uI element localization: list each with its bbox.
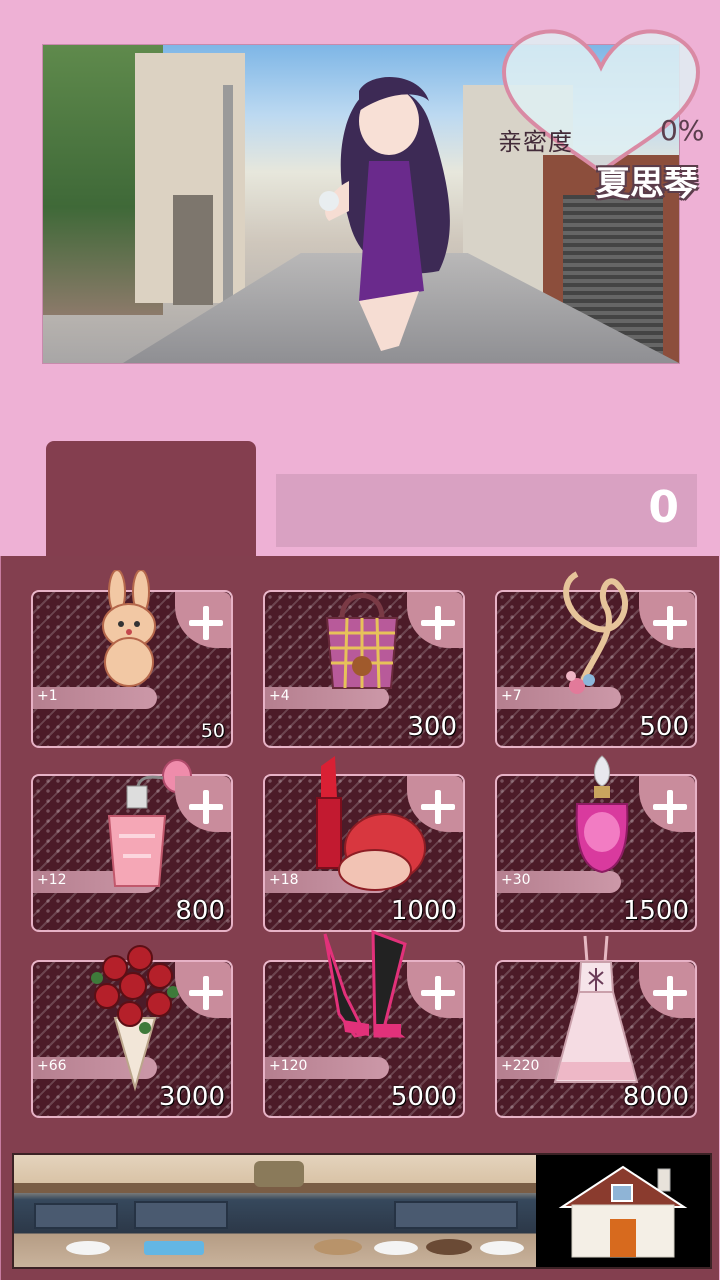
score-value: 0 [648, 482, 679, 533]
item-price: 50 [200, 720, 225, 742]
item-price: 500 [639, 712, 689, 742]
item-price: 300 [407, 712, 457, 742]
top-panel: 亲密度 0% 夏思琴 0 [0, 0, 720, 561]
shop-item-perfume-pink[interactable]: +12 800 [31, 759, 233, 932]
shop-item-heels[interactable]: +120 5000 [263, 929, 465, 1118]
item-bonus: +66 [37, 1058, 67, 1074]
shop-tab[interactable] [46, 441, 256, 561]
shop-item-dress[interactable]: +220 8000 [495, 935, 697, 1118]
item-price: 3000 [158, 1082, 225, 1112]
item-bonus: +30 [501, 872, 531, 888]
bag-icon [325, 593, 399, 689]
item-bonus: +120 [269, 1058, 308, 1074]
lipstick-icon [316, 756, 426, 891]
house-icon [558, 1165, 688, 1258]
item-bonus: +7 [501, 688, 522, 704]
shop-item-bunny[interactable]: +1 50 [31, 570, 233, 748]
item-price: 800 [175, 896, 225, 926]
affinity-label: 亲密度 [498, 128, 573, 156]
score-bar: 0 [276, 474, 697, 547]
shop-item-perfume-bottle[interactable]: +30 1500 [495, 755, 697, 932]
rose-bouquet-icon [91, 945, 179, 1092]
item-price: 1500 [622, 896, 689, 926]
item-bonus: +12 [37, 872, 67, 888]
character-name: 夏思琴 [596, 164, 698, 204]
item-price: 1000 [390, 896, 457, 926]
shop-item-lipstick[interactable]: +18 1000 [263, 756, 465, 932]
item-price: 5000 [390, 1082, 457, 1112]
perfume-bottle-icon [575, 755, 629, 874]
shop-item-necklace[interactable]: +7 500 [495, 571, 697, 748]
item-bonus: +220 [501, 1058, 540, 1074]
heels-icon [323, 929, 407, 1038]
bunny-icon [102, 570, 156, 687]
character-girl [319, 77, 450, 351]
item-bonus: +1 [37, 688, 58, 704]
necklace-icon [563, 571, 629, 694]
bottom-bar [12, 1153, 712, 1269]
home-button[interactable] [536, 1155, 710, 1267]
item-bonus: +18 [269, 872, 299, 888]
item-bonus: +4 [269, 688, 290, 704]
shop-item-rose-bouquet[interactable]: +66 3000 [31, 945, 233, 1118]
kitchen-scene[interactable] [14, 1155, 536, 1267]
affinity-value: 0% [660, 114, 705, 147]
item-price: 8000 [622, 1082, 689, 1112]
shop-item-bag[interactable]: +4 300 [263, 590, 465, 748]
